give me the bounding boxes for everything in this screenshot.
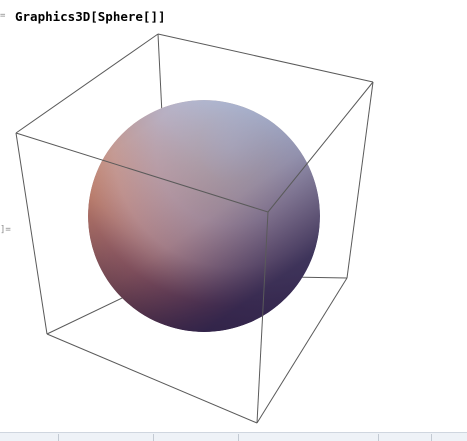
box-edge xyxy=(157,33,374,83)
status-bar-divider xyxy=(153,434,154,441)
status-bar-divider xyxy=(378,434,379,441)
status-bar-divider xyxy=(431,434,432,441)
sphere xyxy=(88,100,320,332)
box-edge xyxy=(46,333,258,424)
status-bar xyxy=(0,432,467,441)
box-edge xyxy=(15,132,48,335)
box-edge xyxy=(15,33,159,134)
status-bar-divider xyxy=(238,434,239,441)
box-edge xyxy=(346,81,374,279)
notebook-window: = Graphics3D[Sphere[]] ]= xyxy=(0,0,467,441)
status-bar-divider xyxy=(58,434,59,441)
graphics3d-output[interactable] xyxy=(0,0,467,432)
